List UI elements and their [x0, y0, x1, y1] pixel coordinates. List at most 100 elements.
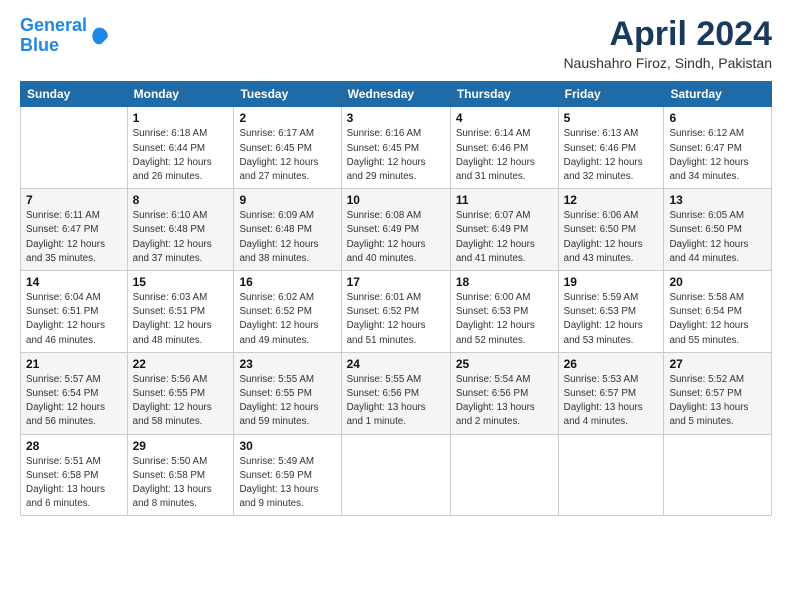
day-info: Sunrise: 6:07 AM Sunset: 6:49 PM Dayligh…: [456, 209, 553, 266]
logo-general: General: [20, 15, 87, 35]
logo-blue: Blue: [20, 35, 59, 55]
table-cell: 16 Sunrise: 6:02 AM Sunset: 6:52 PM Dayli…: [234, 271, 341, 353]
col-sunday: Sunday: [21, 82, 128, 107]
day-info: Sunrise: 5:52 AM Sunset: 6:57 PM Dayligh…: [669, 373, 766, 430]
day-info: Sunrise: 6:10 AM Sunset: 6:48 PM Dayligh…: [133, 209, 229, 266]
day-number: 10: [347, 193, 445, 207]
day-number: 6: [669, 111, 766, 125]
day-number: 11: [456, 193, 553, 207]
table-cell: 27Sunrise: 5:52 AM Sunset: 6:57 PM Dayli…: [664, 352, 772, 434]
day-number: 18: [456, 275, 553, 289]
table-cell: 8 Sunrise: 6:10 AM Sunset: 6:48 PM Daylig…: [127, 189, 234, 271]
day-number: 15: [133, 275, 229, 289]
day-info: Sunrise: 5:51 AM Sunset: 6:58 PM Dayligh…: [26, 455, 122, 512]
table-cell: 9 Sunrise: 6:09 AM Sunset: 6:48 PM Daylig…: [234, 189, 341, 271]
table-cell: [21, 107, 128, 189]
day-info: Sunrise: 6:16 AM Sunset: 6:45 PM Dayligh…: [347, 127, 445, 184]
table-cell: [664, 434, 772, 516]
day-info: Sunrise: 6:01 AM Sunset: 6:52 PM Dayligh…: [347, 291, 445, 348]
day-info: Sunrise: 5:59 AM Sunset: 6:53 PM Dayligh…: [564, 291, 659, 348]
day-info: Sunrise: 6:08 AM Sunset: 6:49 PM Dayligh…: [347, 209, 445, 266]
day-info: Sunrise: 5:53 AM Sunset: 6:57 PM Dayligh…: [564, 373, 659, 430]
table-cell: 11 Sunrise: 6:07 AM Sunset: 6:49 PM Dayli…: [450, 189, 558, 271]
table-cell: 24 Sunrise: 5:55 AM Sunset: 6:56 PM Dayli…: [341, 352, 450, 434]
table-cell: 1 Sunrise: 6:18 AM Sunset: 6:44 PM Daylig…: [127, 107, 234, 189]
day-number: 19: [564, 275, 659, 289]
day-info: Sunrise: 6:18 AM Sunset: 6:44 PM Dayligh…: [133, 127, 229, 184]
table-cell: 23Sunrise: 5:55 AM Sunset: 6:55 PM Dayli…: [234, 352, 341, 434]
day-info: Sunrise: 5:58 AM Sunset: 6:54 PM Dayligh…: [669, 291, 766, 348]
logo-text: General Blue: [20, 16, 87, 56]
day-info: Sunrise: 6:09 AM Sunset: 6:48 PM Dayligh…: [239, 209, 335, 266]
title-area: April 2024 Naushahro Firoz, Sindh, Pakis…: [563, 16, 772, 71]
table-cell: 17 Sunrise: 6:01 AM Sunset: 6:52 PM Dayli…: [341, 271, 450, 353]
table-cell: [450, 434, 558, 516]
day-info: Sunrise: 5:56 AM Sunset: 6:55 PM Dayligh…: [133, 373, 229, 430]
day-number: 7: [26, 193, 122, 207]
day-number: 4: [456, 111, 553, 125]
day-number: 25: [456, 357, 553, 371]
day-number: 29: [133, 439, 229, 453]
table-cell: 21 Sunrise: 5:57 AM Sunset: 6:54 PM Dayli…: [21, 352, 128, 434]
table-cell: 4 Sunrise: 6:14 AM Sunset: 6:46 PM Daylig…: [450, 107, 558, 189]
col-monday: Monday: [127, 82, 234, 107]
logo: General Blue: [20, 16, 109, 56]
day-info: Sunrise: 6:05 AM Sunset: 6:50 PM Dayligh…: [669, 209, 766, 266]
table-cell: 22Sunrise: 5:56 AM Sunset: 6:55 PM Dayli…: [127, 352, 234, 434]
table-cell: [341, 434, 450, 516]
day-info: Sunrise: 6:13 AM Sunset: 6:46 PM Dayligh…: [564, 127, 659, 184]
day-number: 3: [347, 111, 445, 125]
table-cell: 28Sunrise: 5:51 AM Sunset: 6:58 PM Dayli…: [21, 434, 128, 516]
week-row-2: 14 Sunrise: 6:04 AM Sunset: 6:51 PM Dayli…: [21, 271, 772, 353]
table-cell: 30Sunrise: 5:49 AM Sunset: 6:59 PM Dayli…: [234, 434, 341, 516]
week-row-4: 28Sunrise: 5:51 AM Sunset: 6:58 PM Dayli…: [21, 434, 772, 516]
day-number: 14: [26, 275, 122, 289]
subtitle: Naushahro Firoz, Sindh, Pakistan: [563, 55, 772, 71]
col-thursday: Thursday: [450, 82, 558, 107]
week-row-1: 7 Sunrise: 6:11 AM Sunset: 6:47 PM Daylig…: [21, 189, 772, 271]
day-number: 24: [347, 357, 445, 371]
day-info: Sunrise: 5:55 AM Sunset: 6:55 PM Dayligh…: [239, 373, 335, 430]
day-info: Sunrise: 5:49 AM Sunset: 6:59 PM Dayligh…: [239, 455, 335, 512]
day-info: Sunrise: 5:57 AM Sunset: 6:54 PM Dayligh…: [26, 373, 122, 430]
day-number: 21: [26, 357, 122, 371]
day-number: 2: [239, 111, 335, 125]
col-tuesday: Tuesday: [234, 82, 341, 107]
day-info: Sunrise: 5:55 AM Sunset: 6:56 PM Dayligh…: [347, 373, 445, 430]
day-info: Sunrise: 6:04 AM Sunset: 6:51 PM Dayligh…: [26, 291, 122, 348]
col-friday: Friday: [558, 82, 664, 107]
table-cell: 7 Sunrise: 6:11 AM Sunset: 6:47 PM Daylig…: [21, 189, 128, 271]
table-cell: 14 Sunrise: 6:04 AM Sunset: 6:51 PM Dayli…: [21, 271, 128, 353]
day-info: Sunrise: 6:14 AM Sunset: 6:46 PM Dayligh…: [456, 127, 553, 184]
col-saturday: Saturday: [664, 82, 772, 107]
month-title: April 2024: [563, 16, 772, 53]
day-number: 9: [239, 193, 335, 207]
day-number: 16: [239, 275, 335, 289]
header-area: General Blue April 2024 Naushahro Firoz,…: [20, 16, 772, 71]
day-info: Sunrise: 5:54 AM Sunset: 6:56 PM Dayligh…: [456, 373, 553, 430]
day-number: 17: [347, 275, 445, 289]
col-wednesday: Wednesday: [341, 82, 450, 107]
day-number: 1: [133, 111, 229, 125]
day-info: Sunrise: 6:12 AM Sunset: 6:47 PM Dayligh…: [669, 127, 766, 184]
table-cell: 10 Sunrise: 6:08 AM Sunset: 6:49 PM Dayli…: [341, 189, 450, 271]
day-info: Sunrise: 5:50 AM Sunset: 6:58 PM Dayligh…: [133, 455, 229, 512]
day-info: Sunrise: 6:03 AM Sunset: 6:51 PM Dayligh…: [133, 291, 229, 348]
day-info: Sunrise: 6:00 AM Sunset: 6:53 PM Dayligh…: [456, 291, 553, 348]
table-cell: 2 Sunrise: 6:17 AM Sunset: 6:45 PM Daylig…: [234, 107, 341, 189]
week-row-0: 1 Sunrise: 6:18 AM Sunset: 6:44 PM Daylig…: [21, 107, 772, 189]
table-cell: 20Sunrise: 5:58 AM Sunset: 6:54 PM Dayli…: [664, 271, 772, 353]
table-cell: 25 Sunrise: 5:54 AM Sunset: 6:56 PM Dayli…: [450, 352, 558, 434]
table-cell: 3 Sunrise: 6:16 AM Sunset: 6:45 PM Daylig…: [341, 107, 450, 189]
table-cell: 15 Sunrise: 6:03 AM Sunset: 6:51 PM Dayli…: [127, 271, 234, 353]
day-info: Sunrise: 6:02 AM Sunset: 6:52 PM Dayligh…: [239, 291, 335, 348]
logo-icon: [89, 26, 109, 46]
day-number: 8: [133, 193, 229, 207]
logo-content: General Blue: [20, 16, 109, 56]
page: General Blue April 2024 Naushahro Firoz,…: [0, 0, 792, 528]
day-number: 5: [564, 111, 659, 125]
calendar-table: Sunday Monday Tuesday Wednesday Thursday…: [20, 81, 772, 516]
day-info: Sunrise: 6:17 AM Sunset: 6:45 PM Dayligh…: [239, 127, 335, 184]
day-info: Sunrise: 6:11 AM Sunset: 6:47 PM Dayligh…: [26, 209, 122, 266]
day-info: Sunrise: 6:06 AM Sunset: 6:50 PM Dayligh…: [564, 209, 659, 266]
